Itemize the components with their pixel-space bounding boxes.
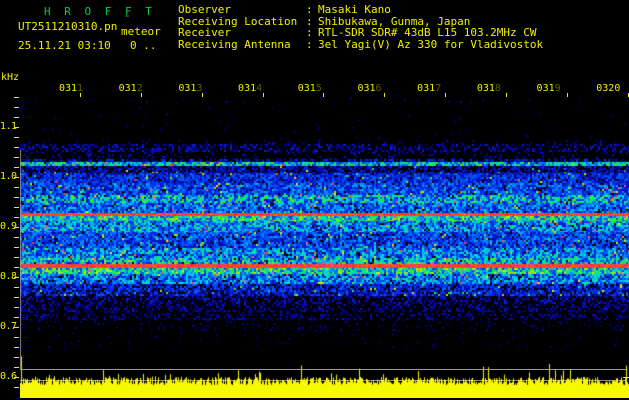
time-label-last-digit: 4 [256,83,263,94]
freq-tick-mark-left [14,207,19,208]
freq-tick-mark-left [14,107,19,108]
time-label-head: 031 [476,83,495,94]
freq-tick-mark-left [14,367,19,368]
freq-tick-mark-left [14,307,19,308]
freq-tick-mark-left [14,297,19,298]
freq-tick-label: 0.8 [0,271,17,282]
time-tick-label: 0313 [177,84,203,94]
freq-tick-label: 0.7 [0,321,17,332]
time-label-last-digit: 8 [494,83,501,94]
time-label-head: 031 [417,83,436,94]
file-name: UT2511210310.pn [18,20,118,33]
time-tick-label: 0319 [536,84,562,94]
freq-tick-label: 0.9 [0,221,17,232]
time-label-head: 031 [238,83,257,94]
mode-label: meteor [121,25,161,38]
spectrogram-canvas [20,97,629,370]
freq-tick-mark-left [14,137,19,138]
freq-tick-mark-left [14,257,19,258]
freq-tick-label: 0.6 [0,371,17,382]
time-tick-label: 0314 [237,84,263,94]
noise-level-meter-canvas [20,352,629,398]
freq-tick-mark-left [14,347,19,348]
counter-label: 0 .. [130,39,157,52]
time-label-last-digit: 9 [554,83,561,94]
freq-tick-mark-left [14,147,19,148]
time-label-head: 032 [596,83,615,94]
separator-colon: : [306,26,313,39]
separator-colon: : [306,37,313,51]
station-info-row: Observer: Masaki Kano [178,4,543,16]
freq-tick-mark-left [14,237,19,238]
freq-tick-mark-left [14,357,19,358]
time-tick-label: 0320 [595,84,621,94]
time-label-head: 031 [178,83,197,94]
freq-tick-mark-left [14,157,19,158]
time-label-head: 031 [118,83,137,94]
freq-tick-mark-left [14,287,19,288]
freq-tick-mark-left [14,267,19,268]
time-tick-label: 0317 [416,84,442,94]
freq-tick-mark-left [14,247,19,248]
time-label-head: 031 [58,83,78,94]
time-label-head: 031 [297,83,316,94]
time-label-head: 031 [357,83,376,94]
station-field-label: Receiving Antenna [178,37,291,51]
time-label-last-digit: 6 [375,83,382,94]
hrofft-screen: H R O F F T UT2511210310.pn ¨ meteor 25.… [0,0,629,400]
station-info-row: Receiver: RTL-SDR SDR# 43dB L15 103.2MHz … [178,27,543,39]
time-label-head: 031 [536,83,555,94]
freq-unit-label: kHz [1,72,20,83]
freq-tick-mark-left [14,197,19,198]
station-info-row: Receiving Antenna:3el Yagi(V) Az 330 for… [178,37,544,51]
station-field-value: Masaki Kano [318,3,391,16]
freq-tick-mark-left [14,337,19,338]
freq-tick-mark-left [14,167,19,168]
station-field-label: Receiver [178,26,231,39]
separator-colon: : [306,3,313,16]
freq-tick-mark-left [14,97,19,98]
station-info: Observer: Masaki Kano Receiving Location: S… [178,4,543,50]
freq-tick-mark-left [14,387,19,388]
time-tick-label: 0316 [357,84,383,94]
plot-bottom-border-line [20,369,626,370]
time-label-last-digit: 5 [315,83,322,94]
freq-tick-mark-left [14,187,19,188]
freq-tick-mark-left [14,317,19,318]
station-field-value: 3el Yagi(V) Az 330 for Vladivostok [318,37,544,51]
time-label-last-digit: 7 [435,83,442,94]
station-field-value: RTL-SDR SDR# 43dB L15 103.2MHz CW [318,26,537,39]
app-title: H R O F F T [44,5,156,18]
freq-tick-mark-left [14,217,19,218]
station-field-label: Observer [178,3,231,16]
freq-tick-mark-left [14,117,19,118]
filename-descender-artifact: ¨ [124,15,131,26]
time-tick-label: 0312 [118,84,144,94]
freq-tick-label: 1.0 [0,171,17,182]
datetime-label: 25.11.21 03:10 [18,39,111,52]
freq-tick-label: 1.1 [0,121,17,132]
time-tick-label: 0318 [476,84,502,94]
time-tick-label: 0315 [297,84,323,94]
time-label-last-digit: 0 [614,83,621,94]
